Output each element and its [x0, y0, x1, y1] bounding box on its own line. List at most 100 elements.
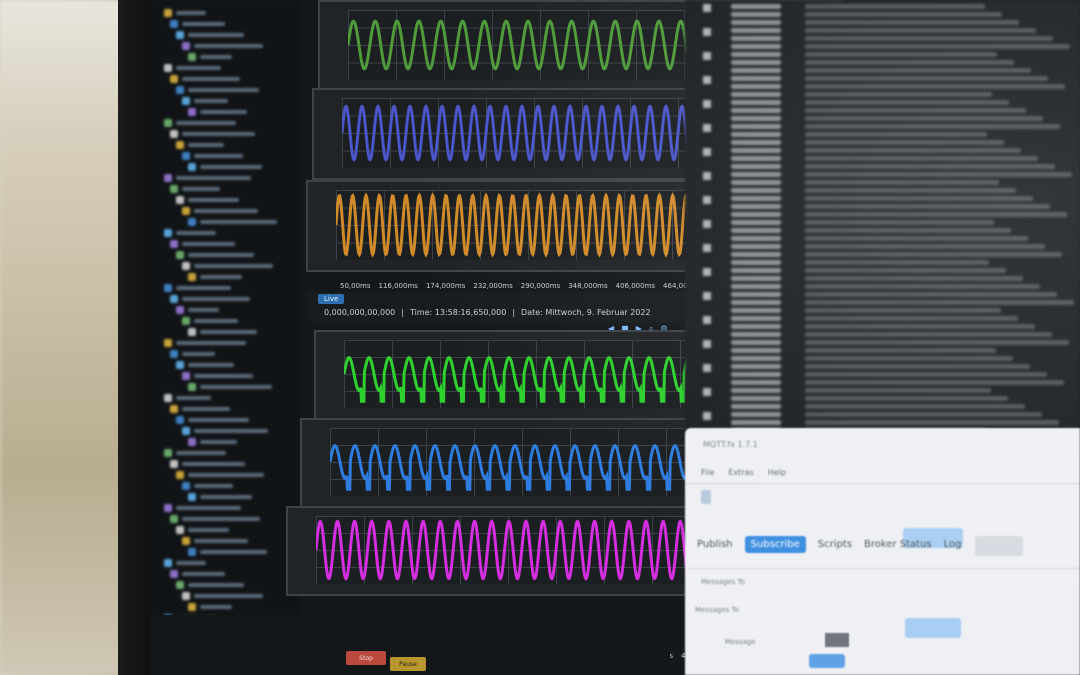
- tree-item[interactable]: [164, 8, 206, 17]
- tree-item[interactable]: [164, 338, 246, 347]
- tree-item[interactable]: [182, 96, 228, 105]
- tree-item[interactable]: [170, 294, 250, 303]
- message-icon[interactable]: [703, 268, 711, 276]
- tree-item[interactable]: [188, 492, 252, 501]
- tree-item[interactable]: [164, 558, 206, 567]
- subscribe-button[interactable]: [905, 618, 961, 638]
- tree-item[interactable]: [182, 41, 263, 50]
- log-line-address: [731, 36, 781, 41]
- tree-item[interactable]: [170, 459, 245, 468]
- message-icon[interactable]: [703, 388, 711, 396]
- file-icon: [164, 558, 172, 567]
- tree-item[interactable]: [164, 228, 216, 237]
- tree-item[interactable]: [182, 316, 238, 325]
- disconnect-button[interactable]: [975, 536, 1023, 556]
- connection-profile-icon[interactable]: [701, 490, 711, 504]
- file-icon: [176, 250, 184, 259]
- tree-item[interactable]: [176, 85, 259, 94]
- tree-item[interactable]: [182, 591, 263, 600]
- menu-extras[interactable]: Extras: [728, 468, 753, 477]
- tree-item[interactable]: [176, 580, 244, 589]
- tree-item[interactable]: [170, 129, 255, 138]
- tree-item[interactable]: [176, 140, 224, 149]
- tree-item[interactable]: [176, 470, 264, 479]
- log-line-address: [731, 68, 781, 73]
- tab-scripts[interactable]: Scripts: [818, 539, 852, 550]
- tree-item[interactable]: [170, 569, 225, 578]
- stop-button[interactable]: Stop: [346, 651, 386, 665]
- tree-item[interactable]: [188, 217, 277, 226]
- tree-item[interactable]: [182, 426, 268, 435]
- message-icon[interactable]: [703, 52, 711, 60]
- file-icon: [176, 140, 184, 149]
- message-icon[interactable]: [703, 316, 711, 324]
- message-icon[interactable]: [703, 196, 711, 204]
- tree-item[interactable]: [170, 404, 230, 413]
- tree-item[interactable]: [182, 536, 248, 545]
- tree-item[interactable]: [182, 206, 258, 215]
- tree-item[interactable]: [188, 437, 237, 446]
- log-line-address: [731, 324, 781, 329]
- message-icon[interactable]: [703, 124, 711, 132]
- message-icon[interactable]: [703, 340, 711, 348]
- pause-button[interactable]: Pause: [390, 657, 426, 671]
- tree-item[interactable]: [176, 30, 244, 39]
- tree-item[interactable]: [188, 52, 232, 61]
- clear-button[interactable]: [809, 654, 845, 668]
- tree-item[interactable]: [164, 173, 251, 182]
- tree-item[interactable]: [188, 382, 272, 391]
- message-icon[interactable]: [703, 172, 711, 180]
- tree-item[interactable]: [170, 239, 235, 248]
- tree-item[interactable]: [176, 360, 234, 369]
- tree-item[interactable]: [188, 107, 247, 116]
- tree-item[interactable]: [188, 327, 257, 336]
- tree-item-label: [200, 274, 242, 279]
- message-icon[interactable]: [703, 4, 711, 12]
- tree-item[interactable]: [182, 261, 273, 270]
- tree-item[interactable]: [164, 448, 226, 457]
- message-icon[interactable]: [703, 220, 711, 228]
- tree-item[interactable]: [188, 602, 232, 611]
- message-icon[interactable]: [703, 292, 711, 300]
- tree-item[interactable]: [170, 184, 220, 193]
- message-icon[interactable]: [703, 364, 711, 372]
- message-icon[interactable]: [703, 148, 711, 156]
- tree-item[interactable]: [188, 547, 267, 556]
- tree-item[interactable]: [188, 272, 242, 281]
- menu-help[interactable]: Help: [768, 468, 786, 477]
- tree-item[interactable]: [176, 415, 249, 424]
- tree-item[interactable]: [182, 371, 253, 380]
- tree-item[interactable]: [170, 74, 240, 83]
- tree-item[interactable]: [164, 63, 221, 72]
- tab-log[interactable]: Log: [944, 539, 962, 550]
- tree-item-label: [176, 450, 226, 455]
- tree-item[interactable]: [164, 503, 241, 512]
- tree-item[interactable]: [164, 118, 236, 127]
- tab-publish[interactable]: Publish: [697, 539, 733, 550]
- tab-broker-status[interactable]: Broker Status: [864, 539, 932, 550]
- message-icon[interactable]: [703, 28, 711, 36]
- tree-item[interactable]: [188, 162, 262, 171]
- tree-item[interactable]: [176, 195, 239, 204]
- tree-item[interactable]: [182, 481, 233, 490]
- message-icon[interactable]: [703, 100, 711, 108]
- tree-item[interactable]: [164, 393, 211, 402]
- tree-item[interactable]: [176, 525, 229, 534]
- tree-item[interactable]: [176, 305, 219, 314]
- message-icon[interactable]: [703, 412, 711, 420]
- tree-item-label: [200, 494, 252, 499]
- menu-file[interactable]: File: [701, 468, 714, 477]
- log-line-address: [731, 260, 781, 265]
- tree-item[interactable]: [164, 283, 231, 292]
- tree-item[interactable]: [170, 514, 260, 523]
- message-icon[interactable]: [703, 244, 711, 252]
- tree-item[interactable]: [176, 250, 254, 259]
- log-line-address: [731, 148, 781, 153]
- tab-live[interactable]: Live: [318, 294, 345, 304]
- tree-item[interactable]: [182, 151, 243, 160]
- tree-item[interactable]: [170, 349, 215, 358]
- message-icon[interactable]: [703, 76, 711, 84]
- tree-item[interactable]: [170, 19, 225, 28]
- tree-item-label: [176, 505, 241, 510]
- tab-subscribe[interactable]: Subscribe: [744, 536, 806, 553]
